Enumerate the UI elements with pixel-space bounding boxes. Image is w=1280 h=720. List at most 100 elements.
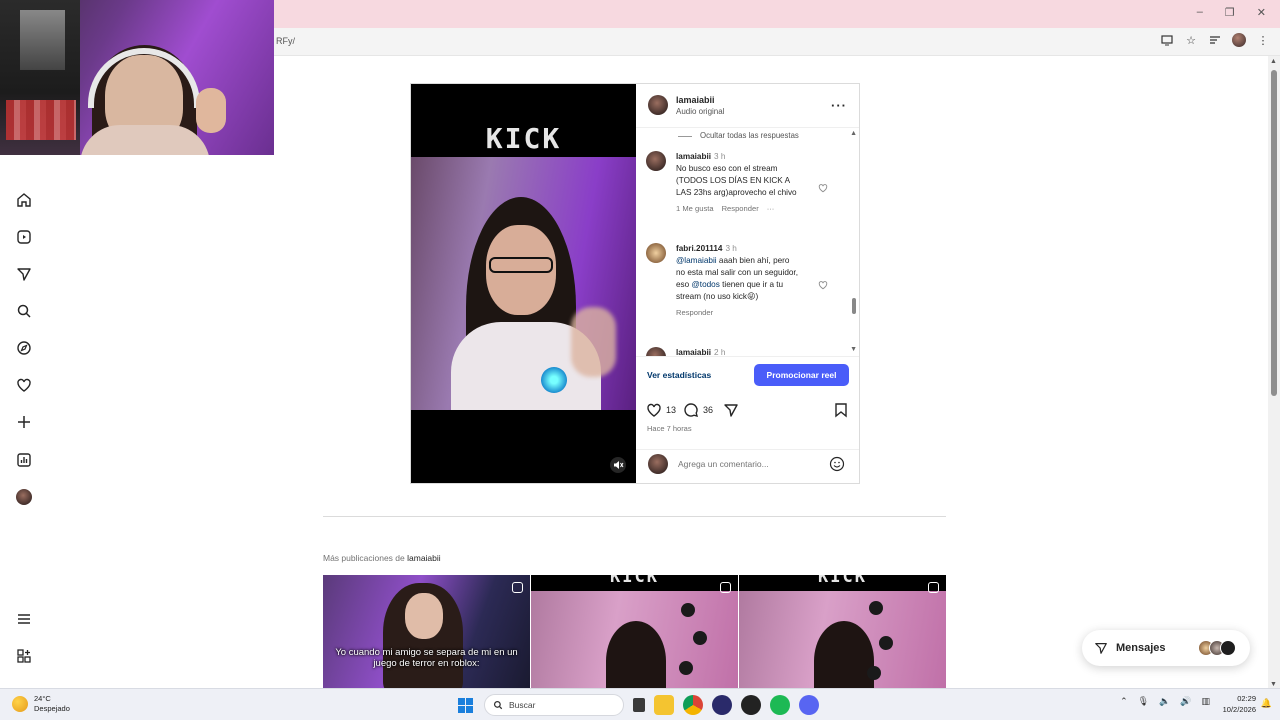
post-header: lamaiabii Audio original ··· — [636, 84, 859, 128]
comments-count[interactable]: 36 — [703, 405, 713, 415]
post-thumbnail[interactable]: KICK — [739, 575, 946, 689]
comment-like-heart-icon[interactable] — [818, 280, 828, 290]
comment-likes[interactable]: 1 Me gusta — [676, 204, 714, 213]
tray-chevron-icon[interactable]: ⌃ — [1120, 696, 1128, 707]
author-avatar[interactable] — [648, 95, 668, 115]
system-tray: ⌃ 🎙 🔈 🔊 ▥ — [1120, 696, 1210, 707]
bookmark-icon[interactable] — [833, 402, 849, 418]
browser-menu-icon[interactable]: ⋮ — [1256, 33, 1270, 47]
share-button[interactable] — [723, 402, 739, 418]
start-button[interactable] — [455, 695, 475, 715]
more-menu-icon[interactable] — [14, 609, 34, 629]
bookmark-star-icon[interactable]: ☆ — [1184, 33, 1198, 47]
comment-input[interactable] — [678, 456, 818, 472]
dashboard-icon[interactable] — [14, 450, 34, 470]
comment-bubble-icon[interactable] — [683, 402, 699, 418]
video-frame — [411, 157, 636, 410]
comments-scroll-down-icon[interactable]: ▼ — [850, 344, 857, 356]
save-button[interactable] — [833, 402, 849, 418]
maximize-button[interactable]: ❐ — [1225, 6, 1235, 19]
clock[interactable]: 02:29 10/2/2026 — [1223, 693, 1256, 715]
direct-send-icon[interactable] — [14, 264, 34, 284]
commenter-avatar[interactable] — [646, 347, 666, 356]
messages-label: Mensajes — [1116, 642, 1166, 654]
reading-list-icon[interactable] — [1208, 33, 1222, 47]
close-window-button[interactable]: ✕ — [1257, 6, 1266, 19]
commenter-avatar[interactable] — [646, 151, 666, 171]
chrome-icon[interactable] — [683, 695, 703, 715]
microphone-icon[interactable]: 🎙 — [1138, 696, 1149, 707]
notification-bell-icon[interactable]: 🔔 — [1261, 698, 1272, 709]
like-button[interactable]: 13 — [646, 402, 676, 418]
weather-condition: Despejado — [34, 704, 70, 713]
likes-count[interactable]: 13 — [666, 405, 676, 415]
create-plus-icon[interactable] — [14, 412, 34, 432]
scroll-down-arrow-icon[interactable]: ▼ — [1270, 681, 1277, 688]
post-thumbnail[interactable]: Yo cuando mi amigo se separa de mi en un… — [323, 575, 530, 689]
speaker-icon[interactable]: 🔈 — [1159, 696, 1170, 707]
more-posts-username[interactable]: lamaiabii — [407, 553, 441, 563]
section-divider — [323, 516, 946, 517]
reel-video[interactable]: KICK — [411, 84, 636, 483]
explore-compass-icon[interactable] — [14, 338, 34, 358]
obs-icon[interactable] — [712, 695, 732, 715]
page-scrollbar[interactable]: ▲ ▼ — [1268, 56, 1280, 688]
install-app-icon[interactable] — [1160, 33, 1174, 47]
more-options-icon[interactable]: ··· — [831, 98, 847, 113]
author-username[interactable]: lamaiabii — [676, 95, 715, 105]
comment-more-icon[interactable]: ··· — [767, 204, 775, 213]
post-actions: 13 36 — [636, 400, 859, 422]
audio-label[interactable]: Audio original — [676, 107, 724, 116]
search-icon[interactable] — [14, 301, 34, 321]
reels-icon[interactable] — [14, 227, 34, 247]
comment-button[interactable]: 36 — [683, 402, 713, 418]
comment-text: @lamaiabii aaah bien ahí, pero no esta m… — [676, 256, 798, 301]
comment-username[interactable]: lamaiabii — [676, 152, 711, 161]
hide-replies-button[interactable]: Ocultar todas las respuestas — [678, 130, 799, 142]
spotify-icon[interactable] — [770, 695, 790, 715]
comments-scrollbar-thumb[interactable] — [852, 298, 856, 314]
file-explorer-icon[interactable] — [654, 695, 674, 715]
emoji-icon[interactable] — [829, 456, 845, 472]
mention-link[interactable]: @lamaiabii — [676, 256, 717, 265]
mention-link[interactable]: @todos — [691, 280, 719, 289]
weather-widget[interactable]: 24°C Despejado — [12, 694, 70, 714]
discord-icon[interactable] — [799, 695, 819, 715]
current-user-avatar — [648, 454, 668, 474]
commenter-avatar[interactable] — [646, 243, 666, 263]
comment-like-heart-icon[interactable] — [818, 183, 828, 193]
comment-text: No busco eso con el stream (TODOS LOS DÍ… — [676, 164, 797, 197]
messages-button[interactable]: Mensajes — [1082, 630, 1250, 666]
comment-item: lamaiabii 2 h — [646, 347, 846, 356]
home-icon[interactable] — [14, 190, 34, 210]
network-icon[interactable]: ▥ — [1201, 696, 1210, 707]
comment-username[interactable]: fabri.201114 — [676, 244, 722, 253]
comment-time: 2 h — [714, 348, 726, 356]
post-thumbnail[interactable]: KICK — [531, 575, 738, 689]
steam-icon[interactable] — [741, 695, 761, 715]
promote-reel-button[interactable]: Promocionar reel — [754, 364, 849, 386]
taskbar-search[interactable]: Buscar — [484, 694, 624, 716]
webcam-overlay — [0, 0, 274, 155]
page-scrollbar-thumb[interactable] — [1271, 70, 1277, 396]
url-text[interactable]: RFy/ — [276, 36, 295, 46]
profile-avatar[interactable] — [14, 487, 34, 507]
notifications-heart-icon[interactable] — [14, 375, 34, 395]
mute-icon[interactable] — [610, 457, 626, 473]
more-posts-heading: Más publicaciones de lamaiabii — [323, 553, 441, 563]
comments-list: Ocultar todas las respuestas lamaiabii 3 … — [636, 128, 859, 356]
reel-icon — [512, 582, 523, 593]
also-from-meta-icon[interactable] — [14, 646, 34, 666]
volume-icon[interactable]: 🔊 — [1180, 696, 1191, 707]
view-insights-link[interactable]: Ver estadísticas — [647, 370, 711, 380]
scroll-up-arrow-icon[interactable]: ▲ — [1270, 58, 1277, 65]
comment-reply-button[interactable]: Responder — [722, 204, 759, 213]
comment-username[interactable]: lamaiabii — [676, 348, 711, 356]
heart-icon[interactable] — [646, 402, 662, 418]
minimize-button[interactable]: – — [1197, 6, 1203, 19]
comments-scroll-up-icon[interactable]: ▲ — [850, 128, 857, 140]
comment-reply-button[interactable]: Responder — [676, 308, 713, 317]
browser-profile-avatar[interactable] — [1232, 33, 1246, 47]
share-send-icon[interactable] — [723, 402, 739, 418]
task-view-icon[interactable] — [633, 698, 645, 712]
